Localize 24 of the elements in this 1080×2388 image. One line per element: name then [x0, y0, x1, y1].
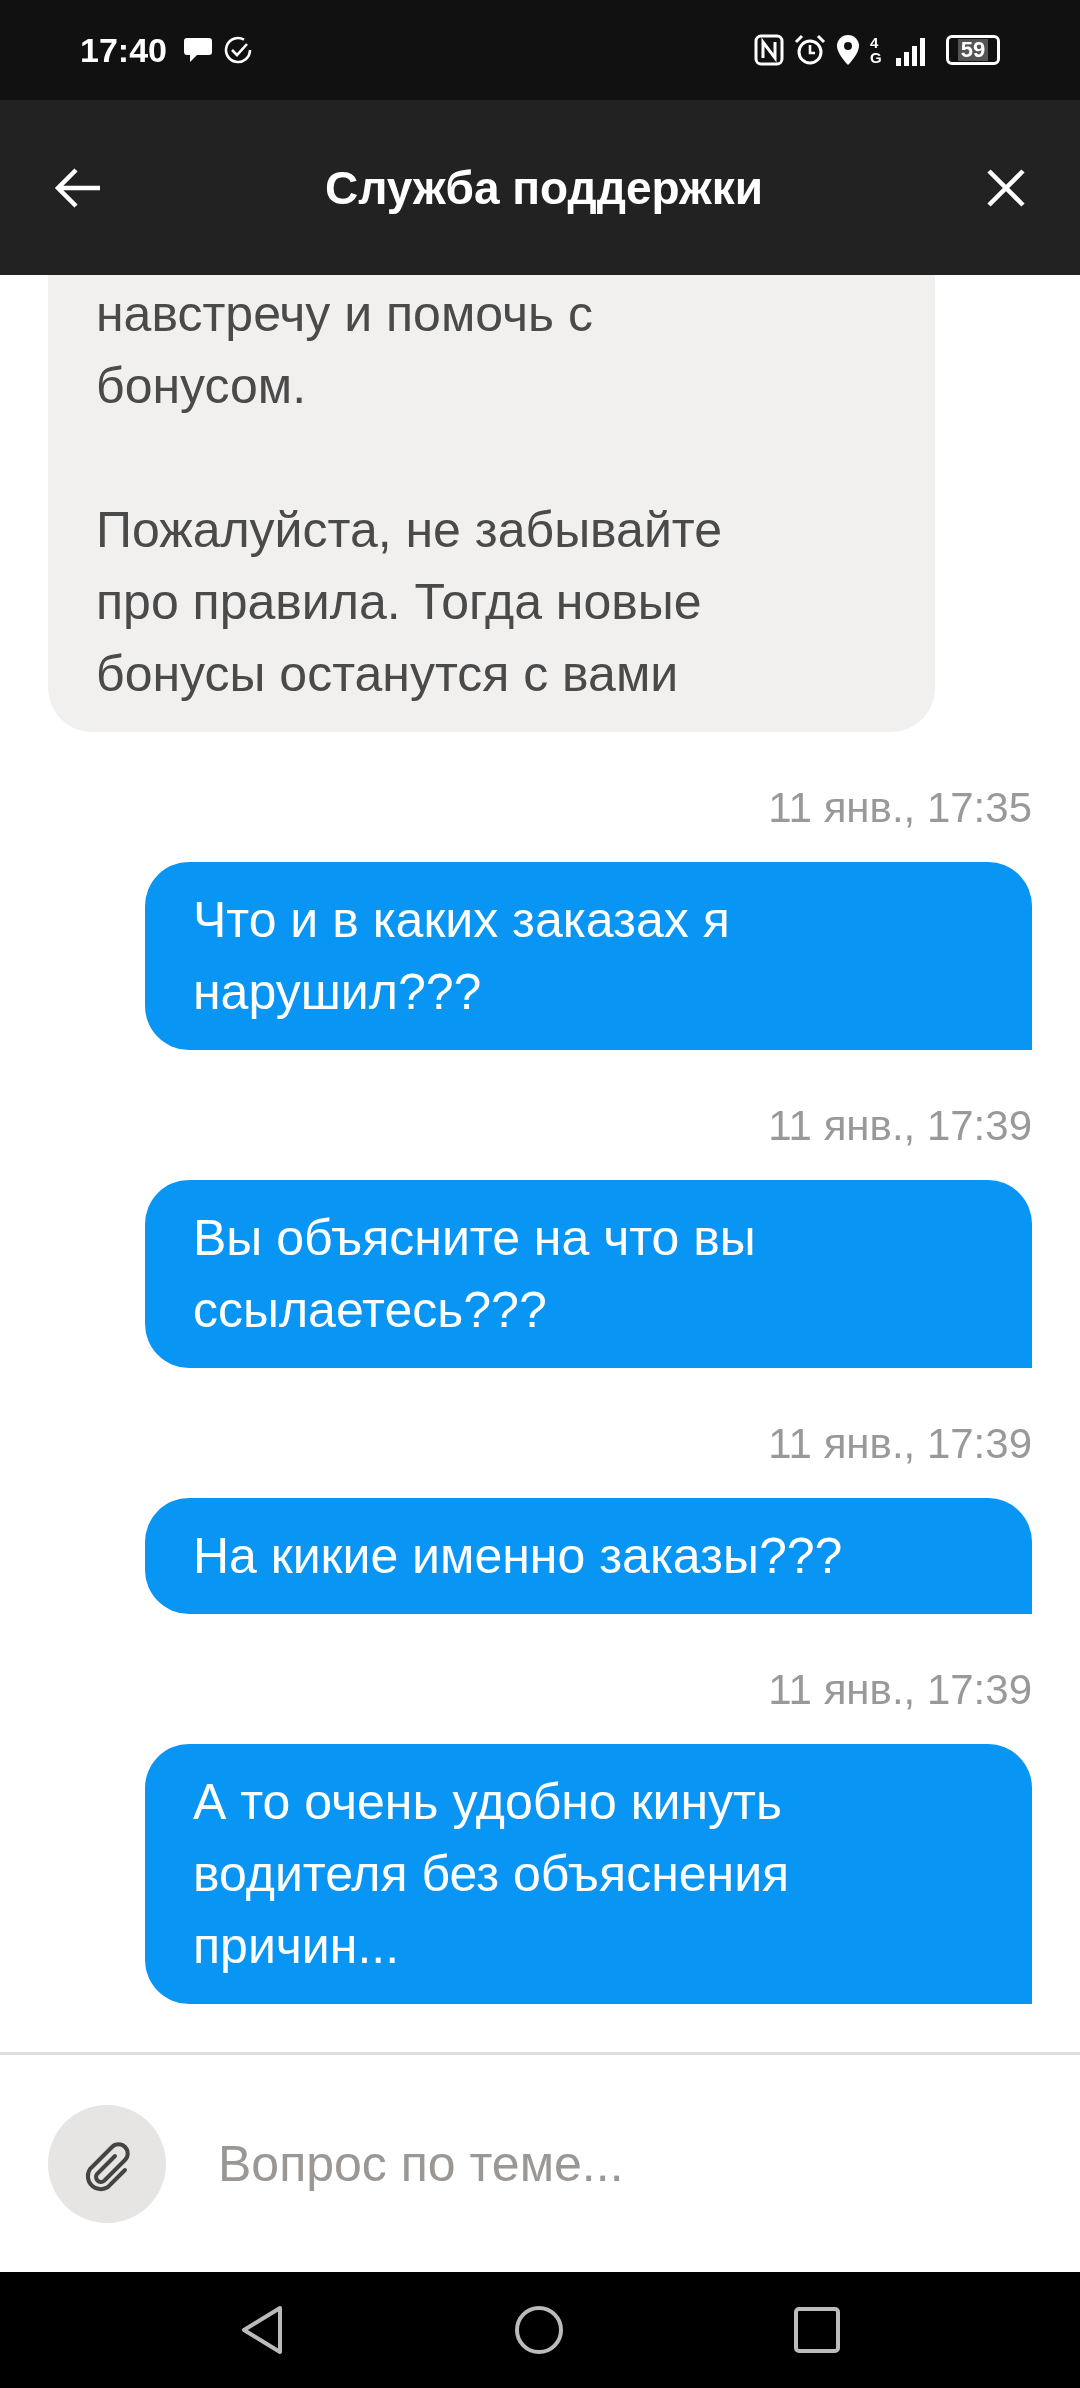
back-triangle-icon[interactable] [240, 2305, 284, 2355]
nfc-icon [754, 34, 784, 66]
outgoing-message-bubble: А то очень удобно кинуть водителя без объяснения причин... [145, 1744, 1032, 2004]
close-icon [986, 167, 1026, 208]
message-timestamp: 11 янв., 17:35 [768, 783, 1032, 833]
battery-icon: 59 [946, 35, 1000, 65]
back-arrow-icon [54, 167, 102, 208]
message-timestamp: 11 янв., 17:39 [768, 1419, 1032, 1469]
incoming-message-bubble: навстречу и помочь с бонусом. Пожалуйста, не забывайте про правила. Тогда новые бонусы останутся с вами [48, 275, 935, 732]
outgoing-message-bubble: Вы объясните на что вы ссылаетесь??? [145, 1180, 1032, 1368]
message-timestamp: 11 янв., 17:39 [768, 1101, 1032, 1151]
status-time: 17:40 [80, 30, 167, 70]
alarm-clock-icon [794, 34, 826, 66]
outgoing-message-bubble: На кикие именно заказы??? [145, 1498, 1032, 1614]
outgoing-message-bubble: Что и в каких заказах я нарушил??? [145, 862, 1032, 1050]
home-circle-icon[interactable] [514, 2305, 564, 2355]
chat-bubble-icon [182, 36, 213, 64]
location-pin-icon [836, 34, 860, 66]
check-circle-icon [222, 35, 253, 65]
message-timestamp: 11 янв., 17:39 [768, 1665, 1032, 1715]
recents-square-icon[interactable] [794, 2307, 840, 2353]
network-type-label: 4G [870, 35, 883, 65]
screen-title: Служба поддержки [324, 160, 763, 215]
message-input-field[interactable]: Вопрос по теме... [216, 2133, 1032, 2194]
